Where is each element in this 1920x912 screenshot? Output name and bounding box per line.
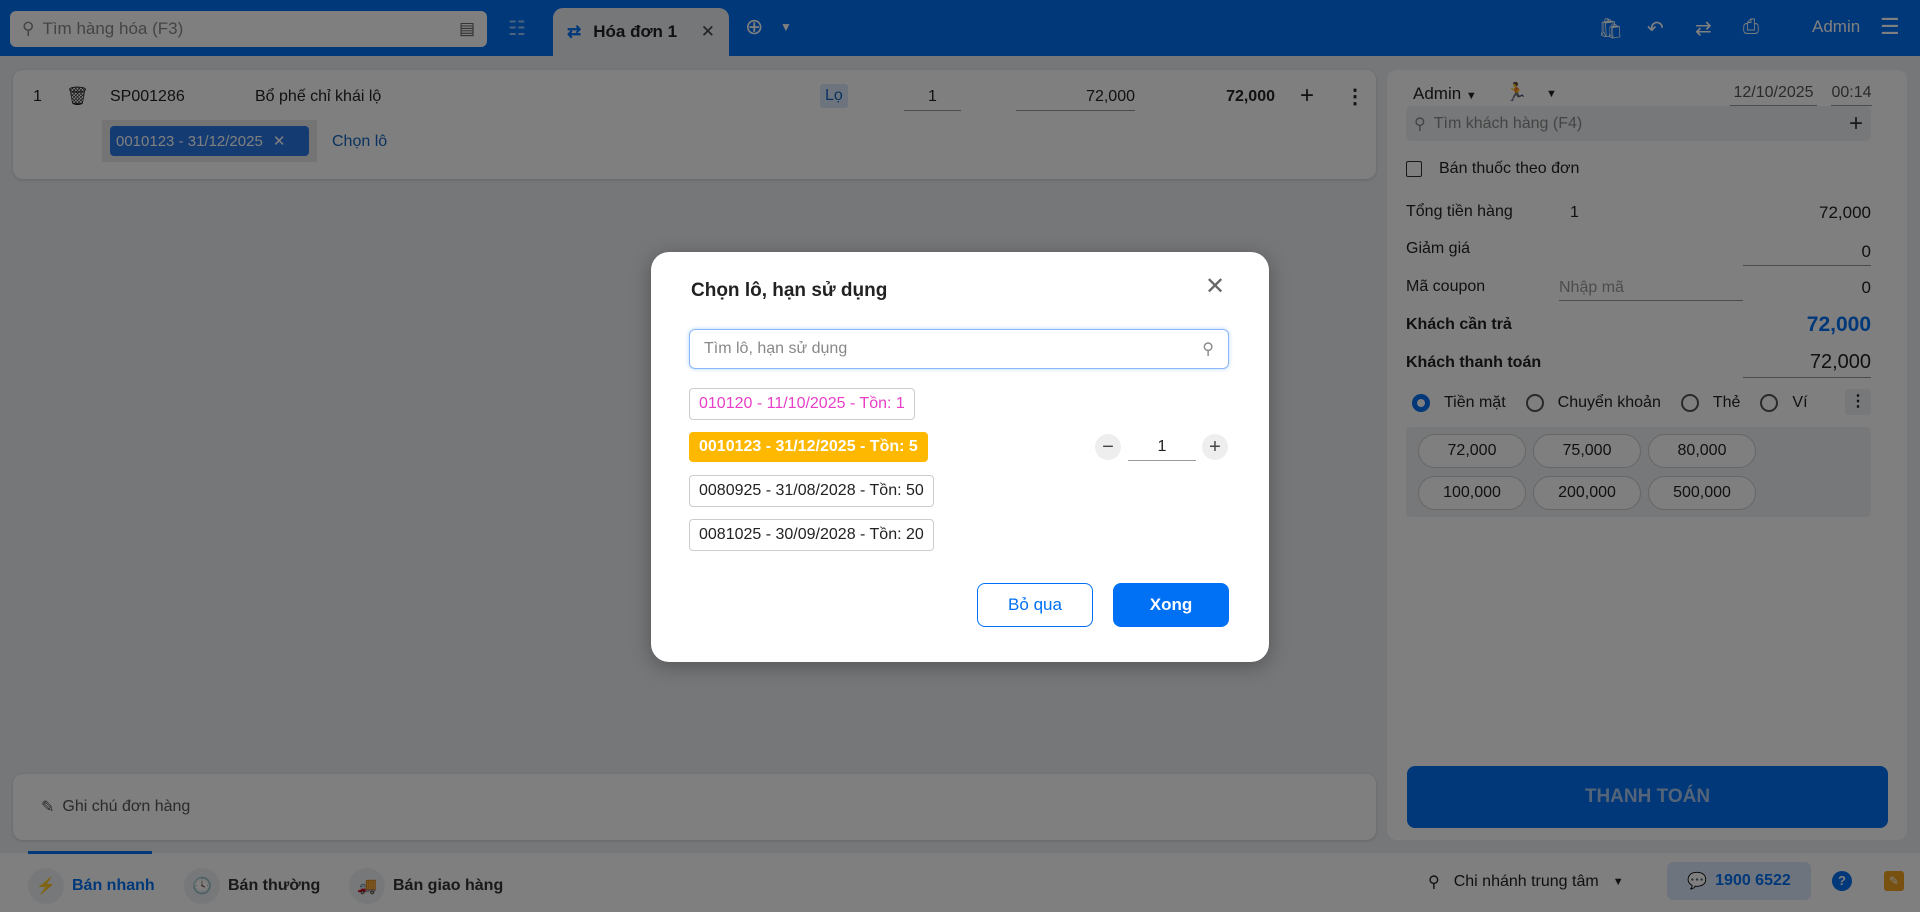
close-icon[interactable]: ✕ bbox=[1205, 272, 1225, 301]
lot-selection-dialog: Chọn lô, hạn sử dụng ✕ Tìm lô, hạn sử dụ… bbox=[651, 252, 1269, 662]
lot-option[interactable]: 010120 - 11/10/2025 - Tồn: 1 bbox=[689, 388, 915, 420]
lot-option-selected[interactable]: 0010123 - 31/12/2025 - Tồn: 5 bbox=[689, 432, 928, 462]
lot-option[interactable]: 0081025 - 30/09/2028 - Tồn: 20 bbox=[689, 519, 934, 551]
done-button[interactable]: Xong bbox=[1113, 583, 1229, 627]
search-icon: ⚲ bbox=[1202, 341, 1214, 358]
dialog-title: Chọn lô, hạn sử dụng bbox=[691, 280, 888, 301]
increase-qty-button[interactable]: + bbox=[1202, 434, 1228, 460]
lot-search-input[interactable]: Tìm lô, hạn sử dụng ⚲ bbox=[689, 329, 1229, 369]
lot-option[interactable]: 0080925 - 31/08/2028 - Tồn: 50 bbox=[689, 475, 934, 507]
decrease-qty-button[interactable]: − bbox=[1095, 434, 1121, 460]
lot-qty-input[interactable]: 1 bbox=[1128, 438, 1196, 461]
cancel-button[interactable]: Bỏ qua bbox=[977, 583, 1093, 627]
